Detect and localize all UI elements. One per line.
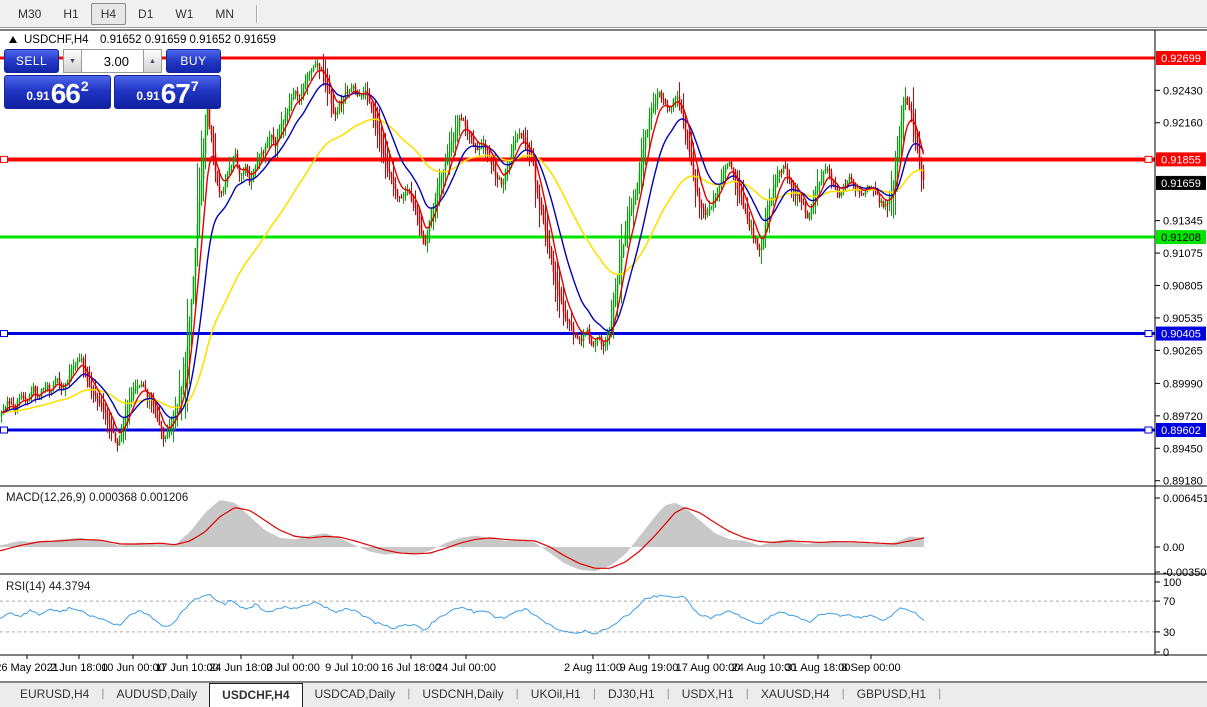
chart-tab-usdcad-daily[interactable]: USDCAD,Daily xyxy=(303,683,408,707)
one-click-trading-panel: SELL ▼ 3.00 ▲ BUY 0.91 66 2 0.91 67 7 xyxy=(4,49,221,109)
price-axis-label: 0.89180 xyxy=(1163,476,1203,488)
chart-background xyxy=(0,28,1207,682)
line-handle-right[interactable] xyxy=(1145,156,1152,162)
current-price-tag-text: 0.91659 xyxy=(1161,178,1201,190)
toolbar-separator xyxy=(256,5,258,23)
timeframe-button-m30[interactable]: M30 xyxy=(8,3,51,25)
price-axis-label: 0.90265 xyxy=(1163,345,1203,357)
price-tag-text: 0.89602 xyxy=(1161,425,1201,437)
buy-price-prefix: 0.91 xyxy=(136,89,159,103)
rsi-axis-label: 30 xyxy=(1163,627,1175,639)
price-tag-text: 0.91855 xyxy=(1161,154,1201,166)
macd-axis-label: 0.006451 xyxy=(1163,493,1207,505)
current-price-tag: 0.91659 xyxy=(1156,176,1206,190)
price-tag-0.91855: 0.91855 xyxy=(1156,152,1206,166)
lot-increase-button[interactable]: ▲ xyxy=(143,49,162,73)
timeframe-button-h1[interactable]: H1 xyxy=(53,3,88,25)
price-axis-label: 0.91075 xyxy=(1163,248,1203,260)
rsi-axis-label: 70 xyxy=(1163,596,1175,608)
line-handle-right[interactable] xyxy=(1145,427,1152,433)
line-handle-left[interactable] xyxy=(1,427,8,433)
price-tag-text: 0.91208 xyxy=(1161,232,1201,244)
buy-price-pipette: 7 xyxy=(191,78,199,94)
line-handle-left[interactable] xyxy=(1,156,8,162)
chart-tab-usdchf-h4[interactable]: USDCHF,H4 xyxy=(209,683,302,707)
time-axis-label: 2 Jun 18:00 xyxy=(50,662,108,674)
time-axis-label: 24 Jul 00:00 xyxy=(436,662,496,674)
rsi-axis-label: 100 xyxy=(1163,577,1181,589)
price-tag-text: 0.92699 xyxy=(1161,53,1201,65)
chart-ohlc-values: 0.91652 0.91659 0.91652 0.91659 xyxy=(100,34,276,46)
sell-price-prefix: 0.91 xyxy=(26,89,49,103)
line-handle-left[interactable] xyxy=(1,331,8,337)
macd-indicator-label: MACD(12,26,9) 0.000368 0.001206 xyxy=(6,492,188,504)
sell-button[interactable]: SELL xyxy=(4,49,59,73)
time-axis-label: 2 Aug 11:00 xyxy=(564,662,622,674)
chart-tab-ukoil-h1[interactable]: UKOil,H1 xyxy=(519,683,593,707)
timeframe-button-w1[interactable]: W1 xyxy=(165,3,203,25)
buy-button[interactable]: BUY xyxy=(166,49,221,73)
price-tag-0.90405: 0.90405 xyxy=(1156,327,1206,341)
lot-size-input[interactable]: 3.00 xyxy=(82,49,143,73)
lot-spinner: ▼ 3.00 ▲ xyxy=(63,49,162,73)
time-axis-label: 2 Jul 00:00 xyxy=(266,662,320,674)
timeframe-button-h4[interactable]: H4 xyxy=(91,3,126,25)
price-axis-label: 0.90805 xyxy=(1163,281,1203,293)
price-axis-label: 0.89720 xyxy=(1163,411,1203,423)
price-axis-label: 0.92160 xyxy=(1163,118,1203,130)
rsi-axis-label: 0 xyxy=(1163,647,1169,659)
sell-price-pipette: 2 xyxy=(81,78,89,94)
time-axis-label: 9 Aug 19:00 xyxy=(620,662,679,674)
line-handle-right[interactable] xyxy=(1145,331,1152,337)
price-axis-label: 0.92430 xyxy=(1163,85,1203,97)
sell-price-big-digits: 66 xyxy=(51,81,80,107)
lot-decrease-button[interactable]: ▼ xyxy=(63,49,82,73)
chart-tab-usdx-h1[interactable]: USDX,H1 xyxy=(670,683,746,707)
time-axis-label: 16 Jul 18:00 xyxy=(381,662,441,674)
timeframe-button-mn[interactable]: MN xyxy=(205,3,244,25)
price-tag-0.91208: 0.91208 xyxy=(1156,230,1206,244)
chart-tab-audusd-daily[interactable]: AUDUSD,Daily xyxy=(104,683,209,707)
tab-separator: | xyxy=(938,683,941,707)
chart-symbol-title: USDCHF,H4 xyxy=(24,34,89,46)
buy-price-big-digits: 67 xyxy=(161,81,190,107)
chart-tab-xauusd-h4[interactable]: XAUUSD,H4 xyxy=(749,683,842,707)
time-axis-label: 9 Jul 10:00 xyxy=(325,662,379,674)
timeframe-button-d1[interactable]: D1 xyxy=(128,3,163,25)
buy-price-display[interactable]: 0.91 67 7 xyxy=(114,75,221,109)
timeframe-toolbar: M30H1H4D1W1MN xyxy=(0,0,1207,28)
rsi-indicator-label: RSI(14) 44.3794 xyxy=(6,581,91,593)
price-axis-label: 0.89990 xyxy=(1163,378,1203,390)
macd-axis-label: 0.00 xyxy=(1163,542,1184,554)
price-tag-0.89602: 0.89602 xyxy=(1156,423,1206,437)
price-tag-0.92699: 0.92699 xyxy=(1156,51,1206,65)
sell-price-display[interactable]: 0.91 66 2 xyxy=(4,75,111,109)
time-axis-label: 24 Jun 18:00 xyxy=(209,662,273,674)
chart-tab-gbpusd-h1[interactable]: GBPUSD,H1 xyxy=(845,683,938,707)
price-axis-label: 0.90535 xyxy=(1163,313,1203,325)
chart-title-row: USDCHF,H4 0.91652 0.91659 0.91652 0.91659 xyxy=(9,34,276,46)
price-axis-label: 0.91345 xyxy=(1163,216,1203,228)
chart-tab-bar: EURUSD,H4 | AUDUSD,DailyUSDCHF,H4USDCAD,Da… xyxy=(0,682,1207,707)
chart-tab-usdcnh-daily[interactable]: USDCNH,Daily xyxy=(410,683,515,707)
chart-tab-eurusd-h4[interactable]: EURUSD,H4 xyxy=(8,683,101,707)
mt4-window: M30H1H4D1W1MN 0.924300.921600.913450.910… xyxy=(0,0,1207,707)
chart-tab-dj30-h1[interactable]: DJ30,H1 xyxy=(596,683,667,707)
price-tag-text: 0.90405 xyxy=(1161,329,1201,341)
time-axis-label: 8 Sep 00:00 xyxy=(841,662,900,674)
price-axis-label: 0.89450 xyxy=(1163,443,1203,455)
